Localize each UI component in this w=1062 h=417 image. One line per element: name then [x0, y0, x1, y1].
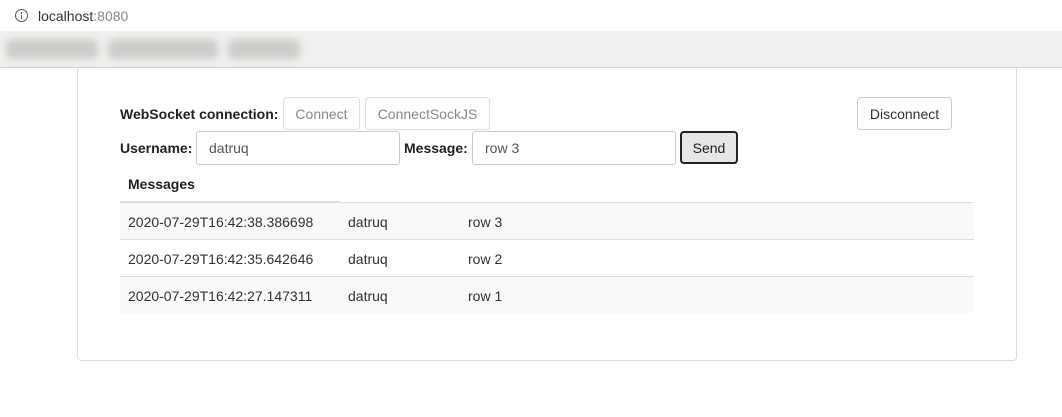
- table-row: 2020-07-29T16:42:38.386698 datruq row 3: [120, 202, 974, 239]
- disconnect-button[interactable]: Disconnect: [857, 97, 952, 130]
- bookmark-item-blurred[interactable]: [228, 39, 300, 59]
- url-port: :8080: [93, 8, 129, 24]
- bookmark-item-blurred[interactable]: [6, 39, 98, 59]
- message-label: Message:: [404, 140, 468, 156]
- username-input[interactable]: [196, 131, 400, 165]
- bookmark-item-blurred[interactable]: [108, 39, 218, 59]
- message-input[interactable]: [472, 131, 676, 165]
- message-text: row 1: [468, 288, 503, 304]
- messages-header: Messages: [128, 176, 195, 192]
- browser-address-bar[interactable]: localhost:8080: [0, 0, 1062, 31]
- message-user: datruq: [348, 251, 388, 267]
- message-timestamp: 2020-07-29T16:42:35.642646: [128, 251, 314, 267]
- messages-table: 2020-07-29T16:42:38.386698 datruq row 3 …: [120, 202, 974, 313]
- bookmarks-bar: [0, 31, 1062, 68]
- message-text: row 3: [468, 214, 503, 230]
- info-icon[interactable]: [15, 9, 28, 22]
- send-button[interactable]: Send: [680, 131, 738, 164]
- username-label: Username:: [120, 140, 193, 156]
- table-row: 2020-07-29T16:42:35.642646 datruq row 2: [120, 239, 974, 276]
- message-user: datruq: [348, 288, 388, 304]
- message-timestamp: 2020-07-29T16:42:27.147311: [128, 288, 313, 304]
- message-user: datruq: [348, 214, 388, 230]
- table-row: 2020-07-29T16:42:27.147311 datruq row 1: [120, 276, 974, 313]
- connection-label: WebSocket connection:: [120, 106, 279, 122]
- url-host: localhost: [38, 8, 94, 24]
- url-text[interactable]: localhost:8080: [38, 8, 128, 24]
- message-timestamp: 2020-07-29T16:42:38.386698: [128, 214, 314, 230]
- messages-table-header: Messages: [120, 170, 340, 202]
- connect-sockjs-button[interactable]: ConnectSockJS: [365, 97, 490, 130]
- connect-button[interactable]: Connect: [283, 97, 360, 130]
- message-text: row 2: [468, 251, 503, 267]
